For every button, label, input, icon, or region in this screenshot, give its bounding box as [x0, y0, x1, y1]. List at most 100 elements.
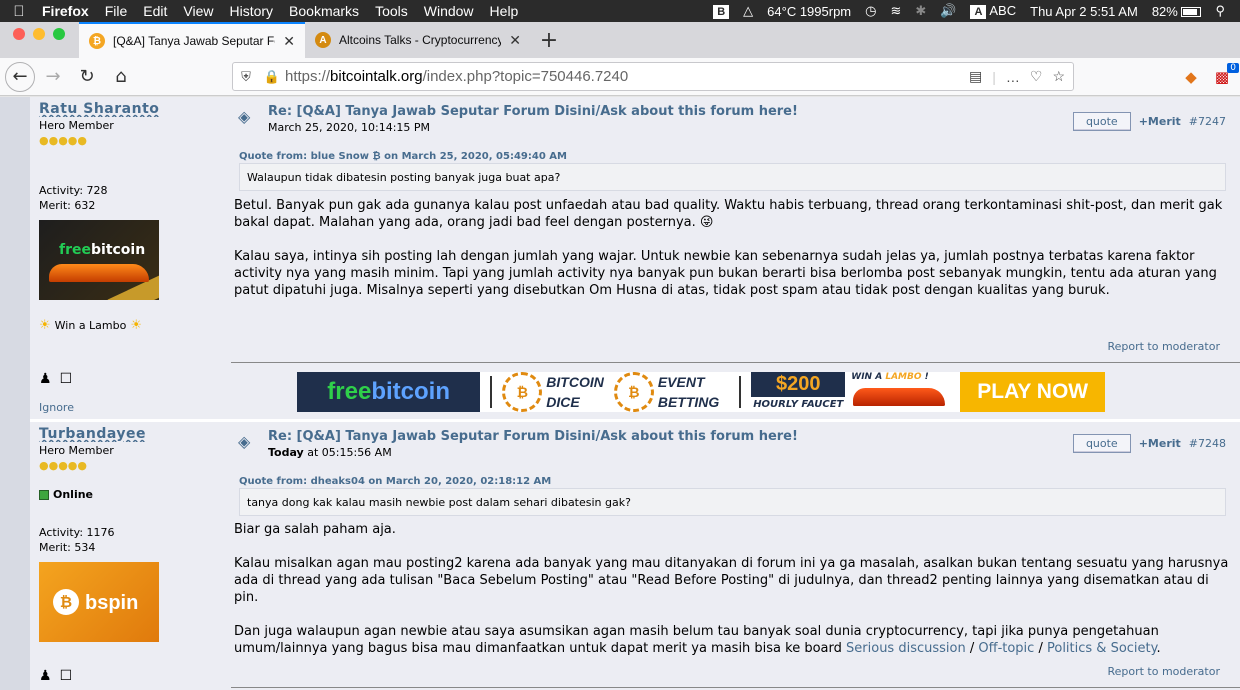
menu-tools[interactable]: Tools: [367, 3, 416, 19]
temperature-status[interactable]: 64°C 1995rpm: [760, 4, 858, 19]
bluetooth-icon[interactable]: ✱: [908, 3, 933, 19]
minimize-window-button[interactable]: [33, 28, 45, 40]
off-topic-link[interactable]: Off-topic: [978, 641, 1034, 656]
close-tab-icon[interactable]: ✕: [509, 32, 521, 49]
apple-menu-icon[interactable]: : [0, 3, 38, 20]
freebitcoin-logo[interactable]: free bitcoin: [297, 372, 481, 412]
menu-help[interactable]: Help: [482, 3, 527, 19]
avatar-logo: freebitcoin: [59, 242, 146, 258]
new-tab-button[interactable]: +: [531, 22, 567, 58]
time-machine-icon[interactable]: ◷: [858, 3, 883, 19]
poster-stats: Activity: 728 Merit: 632: [39, 183, 229, 213]
post-date: Today at 05:15:56 AM: [268, 446, 392, 459]
rank-stars-icon: ●●●●●: [39, 134, 87, 147]
bookmark-star-icon[interactable]: ☆: [1052, 68, 1065, 85]
extension-badge: 0: [1227, 63, 1239, 73]
home-button[interactable]: ⌂: [105, 61, 137, 93]
forward-button[interactable]: →: [37, 61, 69, 93]
profile-icon[interactable]: ♟: [39, 668, 52, 684]
search-icon[interactable]: ⚲: [1208, 3, 1232, 19]
close-tab-icon[interactable]: ✕: [283, 33, 295, 50]
drive-icon[interactable]: △: [736, 3, 760, 19]
bitcoin-dice-item[interactable]: ₿ BITCOIN DICE: [502, 372, 604, 412]
tab-bitcointalk[interactable]: ₿ [Q&A] Tanya Jawab Seputar Forum ✕: [79, 22, 305, 58]
banner-divider: [490, 376, 493, 408]
page-margin: [0, 97, 30, 690]
app-b-icon[interactable]: B: [706, 3, 736, 19]
quote-button[interactable]: quote: [1072, 112, 1131, 131]
message-icon[interactable]: ☐: [60, 668, 73, 684]
pocket-icon[interactable]: ♡: [1030, 68, 1043, 85]
input-source[interactable]: A ABC: [963, 3, 1023, 19]
ignore-link[interactable]: Ignore: [39, 401, 229, 414]
lambo-car-icon: [49, 264, 149, 282]
poster-merit: Merit: 534: [39, 541, 96, 554]
menu-window[interactable]: Window: [416, 3, 482, 19]
reader-view-icon[interactable]: ▤: [969, 68, 982, 85]
avatar: ₿ bspin: [39, 562, 159, 642]
politics-society-link[interactable]: Politics & Society: [1047, 641, 1156, 656]
post-paragraph: Betul. Banyak pun gak ada gunanya kalau …: [234, 198, 1223, 230]
tab-title: [Q&A] Tanya Jawab Seputar Forum: [113, 34, 275, 48]
tab-altcoins-talks[interactable]: A Altcoins Talks - Cryptocurrency ✕: [305, 22, 531, 58]
close-window-button[interactable]: [13, 28, 25, 40]
report-to-moderator-link[interactable]: Report to moderator: [1107, 665, 1220, 678]
url-bar[interactable]: ⛨ 🔒 https://bitcointalk.org/index.php?to…: [232, 62, 1074, 91]
post-icon: ◈: [238, 107, 251, 126]
post-number[interactable]: #7247: [1189, 115, 1226, 128]
tab-title: Altcoins Talks - Cryptocurrency: [339, 33, 502, 47]
menu-history[interactable]: History: [221, 3, 281, 19]
menu-view[interactable]: View: [175, 3, 221, 19]
personal-text: ☀ Win a Lambo ☀: [39, 318, 143, 333]
report-to-moderator-link[interactable]: Report to moderator: [1107, 340, 1220, 353]
profile-icon[interactable]: ♟: [39, 371, 52, 387]
macos-menu-bar:  Firefox File Edit View History Bookmar…: [0, 0, 1240, 22]
lambo-car-icon: [853, 388, 946, 406]
bitcoin-favicon-icon: ₿: [89, 33, 105, 49]
win-lambo-item[interactable]: WIN A LAMBO !: [851, 372, 950, 412]
poster-merit: Merit: 632: [39, 199, 96, 212]
post-body: Betul. Banyak pun gak ada gunanya kalau …: [234, 197, 1230, 316]
message-icon[interactable]: ☐: [60, 371, 73, 387]
quote-box: Walaupun tidak dibatesin posting banyak …: [239, 163, 1226, 191]
post-number[interactable]: #7248: [1189, 437, 1226, 450]
poster-info: Turbandayee Hero Member ●●●●● Online Act…: [39, 426, 229, 684]
poster-name[interactable]: Ratu Sharanto: [39, 101, 229, 117]
quote-button[interactable]: quote: [1072, 434, 1131, 453]
wifi-icon[interactable]: ≋: [883, 3, 908, 19]
post-date: March 25, 2020, 10:14:15 PM: [268, 121, 431, 134]
merit-button[interactable]: +Merit: [1139, 437, 1181, 450]
play-now-button[interactable]: PLAY NOW: [960, 372, 1106, 412]
back-button[interactable]: ←: [5, 61, 35, 92]
event-betting-item[interactable]: ₿ EVENT BETTING: [613, 372, 719, 412]
post-subject[interactable]: Re: [Q&A] Tanya Jawab Seputar Forum Disi…: [268, 104, 798, 119]
quote-header[interactable]: Quote from: dheaks04 on March 20, 2020, …: [239, 476, 551, 487]
post-paragraph: Biar ga salah paham aja.: [234, 522, 396, 537]
quote-header[interactable]: Quote from: blue Snow ₿ on March 25, 202…: [239, 151, 567, 162]
serious-discussion-link[interactable]: Serious discussion: [846, 641, 966, 656]
extension-icon[interactable]: ▩ 0: [1211, 63, 1239, 88]
zoom-window-button[interactable]: [53, 28, 65, 40]
merit-button[interactable]: +Merit: [1139, 115, 1181, 128]
page-actions-icon[interactable]: …: [1006, 69, 1020, 85]
shield-icon[interactable]: ⛨: [233, 69, 259, 85]
reload-button[interactable]: ↻: [71, 61, 103, 93]
menu-file[interactable]: File: [97, 3, 136, 19]
volume-icon[interactable]: 🔊: [933, 3, 963, 19]
url-text[interactable]: https://bitcointalk.org/index.php?topic=…: [285, 68, 969, 85]
signature-banner[interactable]: free bitcoin ₿ BITCOIN DICE ₿ EVENT BETTING…: [297, 372, 1106, 412]
hourly-faucet-item[interactable]: $200 HOURLY FAUCET: [751, 372, 846, 412]
clock[interactable]: Thu Apr 2 5:51 AM: [1023, 4, 1145, 19]
menu-bookmarks[interactable]: Bookmarks: [281, 3, 367, 19]
poster-name[interactable]: Turbandayee: [39, 426, 229, 442]
navigation-toolbar: ← → ↻ ⌂ ⛨ 🔒 https://bitcointalk.org/inde…: [0, 58, 1240, 96]
metamask-icon[interactable]: ◆: [1180, 66, 1202, 88]
lock-icon[interactable]: 🔒: [259, 69, 285, 85]
post-subject[interactable]: Re: [Q&A] Tanya Jawab Seputar Forum Disi…: [268, 429, 798, 444]
menu-edit[interactable]: Edit: [135, 3, 175, 19]
rank-stars-icon: ●●●●●: [39, 459, 87, 472]
online-indicator-icon: [39, 489, 49, 500]
battery-status[interactable]: 82%: [1145, 4, 1209, 19]
signature-divider: [231, 362, 1240, 363]
menu-app-name[interactable]: Firefox: [38, 3, 97, 19]
